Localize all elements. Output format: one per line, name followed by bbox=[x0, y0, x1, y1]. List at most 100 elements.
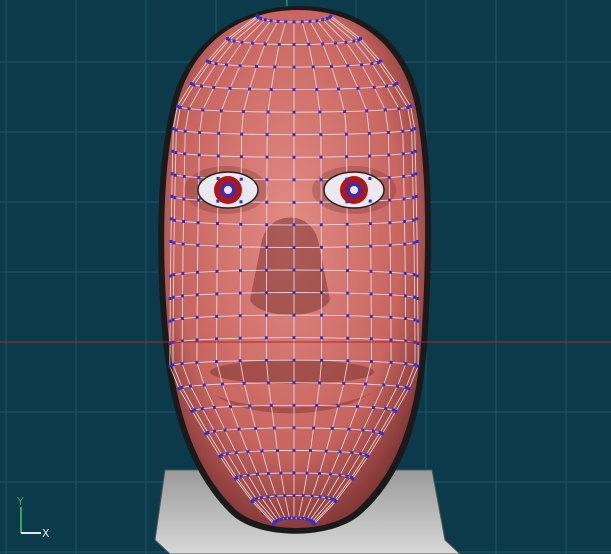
mesh-vertex[interactable] bbox=[263, 18, 267, 22]
mesh-vertex[interactable] bbox=[272, 426, 276, 430]
mesh-vertex[interactable] bbox=[238, 291, 242, 295]
mesh-vertex[interactable] bbox=[254, 497, 258, 501]
mesh-vertex[interactable] bbox=[216, 177, 220, 180]
mesh-vertex[interactable] bbox=[300, 20, 304, 24]
mesh-vertex[interactable] bbox=[232, 39, 236, 43]
mesh-vertex[interactable] bbox=[324, 449, 328, 453]
mesh-vertex[interactable] bbox=[359, 37, 362, 40]
mesh-vertex[interactable] bbox=[178, 106, 182, 109]
right-eye[interactable] bbox=[323, 171, 385, 209]
mesh-vertex[interactable] bbox=[213, 429, 216, 433]
mesh-vertex[interactable] bbox=[182, 220, 185, 223]
mesh-vertex[interactable] bbox=[182, 174, 186, 178]
mesh-vertex[interactable] bbox=[292, 223, 296, 227]
mesh-vertex[interactable] bbox=[195, 338, 199, 342]
mesh-vertex[interactable] bbox=[292, 494, 296, 497]
mesh-vertex[interactable] bbox=[404, 362, 408, 366]
mesh-vertex[interactable] bbox=[389, 293, 393, 297]
mesh-vertex[interactable] bbox=[187, 107, 191, 111]
mesh-vertex[interactable] bbox=[379, 59, 382, 63]
mesh-vertex[interactable] bbox=[189, 384, 192, 388]
mesh-vertex[interactable] bbox=[388, 198, 392, 202]
mesh-vertex[interactable] bbox=[319, 200, 323, 204]
mesh-vertex[interactable] bbox=[346, 269, 349, 273]
mesh-vertex[interactable] bbox=[292, 426, 296, 430]
mesh-vertex[interactable] bbox=[264, 313, 268, 317]
mesh-vertex[interactable] bbox=[416, 364, 420, 368]
mesh-vertex[interactable] bbox=[242, 381, 246, 385]
mesh-vertex[interactable] bbox=[292, 155, 296, 159]
mesh-vertex[interactable] bbox=[416, 297, 420, 300]
mesh-vertex[interactable] bbox=[404, 317, 408, 320]
mesh-vertex[interactable] bbox=[347, 427, 351, 431]
mesh-vertex[interactable] bbox=[196, 270, 199, 274]
mesh-vertex[interactable] bbox=[224, 63, 228, 67]
mesh-vertex[interactable] bbox=[343, 110, 347, 114]
mesh-vertex[interactable] bbox=[216, 222, 219, 226]
mesh-vertex[interactable] bbox=[344, 132, 348, 136]
mesh-vertex[interactable] bbox=[235, 476, 239, 480]
mesh-vertex[interactable] bbox=[265, 245, 269, 249]
mesh-vertex[interactable] bbox=[173, 196, 177, 200]
mesh-vertex[interactable] bbox=[198, 131, 202, 134]
mesh-vertex[interactable] bbox=[196, 198, 200, 202]
mesh-vertex[interactable] bbox=[177, 387, 181, 391]
mesh-vertex[interactable] bbox=[369, 337, 373, 341]
mesh-vertex[interactable] bbox=[174, 151, 178, 155]
mesh-vertex[interactable] bbox=[248, 87, 251, 91]
mesh-vertex[interactable] bbox=[169, 274, 173, 278]
mesh-vertex[interactable] bbox=[365, 109, 369, 113]
mesh-vertex[interactable] bbox=[292, 403, 296, 407]
mesh-vertex[interactable] bbox=[346, 314, 350, 318]
mesh-vertex[interactable] bbox=[307, 42, 311, 46]
mesh-vertex[interactable] bbox=[346, 64, 350, 68]
mesh-vertex[interactable] bbox=[372, 429, 375, 433]
mesh-vertex[interactable] bbox=[251, 41, 255, 45]
mesh-vertex[interactable] bbox=[248, 404, 252, 408]
mesh-vertex[interactable] bbox=[240, 40, 244, 44]
mesh-vertex[interactable] bbox=[389, 360, 393, 364]
mesh-vertex[interactable] bbox=[182, 197, 186, 201]
mesh-vertex[interactable] bbox=[220, 382, 224, 386]
mesh-vertex[interactable] bbox=[386, 131, 390, 134]
mesh-vertex[interactable] bbox=[315, 403, 319, 407]
mesh-vertex[interactable] bbox=[216, 199, 220, 203]
mesh-vertex[interactable] bbox=[407, 387, 411, 391]
mesh-vertex[interactable] bbox=[215, 314, 219, 318]
mesh-vertex[interactable] bbox=[246, 473, 250, 477]
mesh-vertex[interactable] bbox=[214, 62, 218, 66]
mesh-vertex[interactable] bbox=[172, 241, 176, 245]
mesh-vertex[interactable] bbox=[170, 172, 174, 176]
mesh-vertex[interactable] bbox=[369, 244, 373, 248]
mesh-vertex[interactable] bbox=[276, 518, 280, 522]
mesh-vertex[interactable] bbox=[320, 268, 323, 272]
mesh-vertex[interactable] bbox=[267, 472, 270, 475]
mesh-vertex[interactable] bbox=[315, 19, 319, 23]
mesh-vertex[interactable] bbox=[254, 426, 258, 430]
mesh-vertex[interactable] bbox=[310, 494, 314, 498]
mesh-vertex[interactable] bbox=[337, 87, 340, 91]
mesh-vertex[interactable] bbox=[319, 245, 323, 249]
mesh-vertex[interactable] bbox=[325, 496, 329, 500]
mesh-vertex[interactable] bbox=[238, 314, 242, 318]
mesh-vertex[interactable] bbox=[368, 177, 372, 180]
mesh-vertex[interactable] bbox=[225, 452, 229, 456]
mesh-vertex[interactable] bbox=[276, 19, 280, 23]
mesh-vertex[interactable] bbox=[238, 359, 242, 363]
mesh-vertex[interactable] bbox=[334, 500, 338, 503]
mesh-vertex[interactable] bbox=[265, 268, 268, 272]
mesh-vertex[interactable] bbox=[241, 110, 245, 114]
mesh-vertex[interactable] bbox=[263, 42, 267, 46]
mesh-vertex[interactable] bbox=[410, 151, 414, 155]
mesh-vertex[interactable] bbox=[394, 409, 398, 413]
mesh-vertex[interactable] bbox=[346, 359, 350, 363]
mesh-vertex[interactable] bbox=[206, 431, 210, 434]
mesh-vertex[interactable] bbox=[239, 269, 242, 273]
mesh-vertex[interactable] bbox=[202, 383, 206, 387]
mesh-vertex[interactable] bbox=[345, 222, 349, 226]
mesh-vertex[interactable] bbox=[195, 293, 199, 297]
mesh-vertex[interactable] bbox=[366, 454, 370, 458]
mesh-vertex[interactable] bbox=[414, 172, 418, 176]
mesh-vertex[interactable] bbox=[345, 245, 349, 249]
mesh-vertex[interactable] bbox=[415, 240, 419, 243]
